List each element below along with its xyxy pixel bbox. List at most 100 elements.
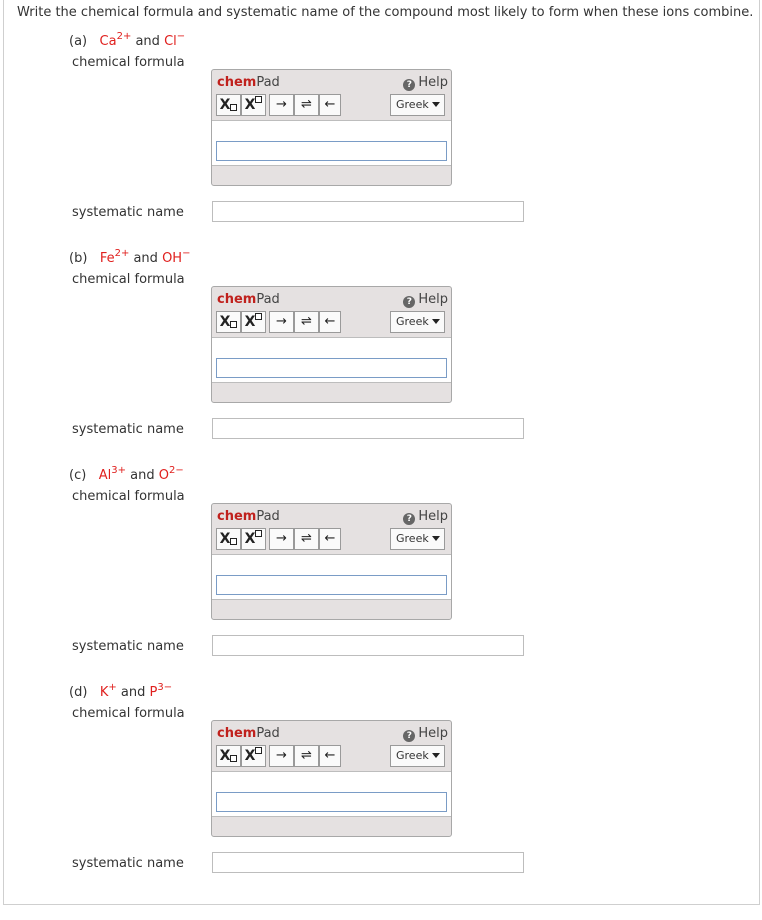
superscript-box-icon (255, 747, 263, 754)
anion-charge: − (182, 248, 191, 259)
help-button[interactable]: ? Help (403, 292, 448, 308)
left-arrow-button[interactable]: ← (319, 528, 341, 550)
subscript-button[interactable]: X (216, 311, 241, 333)
chemical-formula-label: chemical formula (72, 706, 185, 721)
help-icon: ? (403, 296, 416, 308)
ion-pair-label: (b) Fe2+ and OH− (69, 248, 191, 267)
right-arrow-button[interactable]: → (269, 311, 294, 333)
chempad-title: chemPad (217, 726, 280, 741)
anion-charge: − (176, 31, 186, 42)
chempad-title: chemPad (217, 292, 280, 307)
subscript-box-icon (230, 104, 238, 111)
caret-down-icon (431, 319, 440, 324)
cation: Ca2+ (99, 31, 132, 50)
chemical-formula-label: chemical formula (72, 489, 185, 504)
systematic-name-input[interactable] (212, 418, 524, 439)
subscript-box-icon (230, 321, 238, 328)
subscript-button[interactable]: X (216, 528, 241, 550)
chempad-widget: chemPad ? Help X X → ⇌ ← Greek (211, 503, 452, 620)
left-arrow-button[interactable]: ← (319, 311, 341, 333)
help-icon: ? (403, 513, 416, 525)
greek-dropdown[interactable]: Greek (390, 311, 445, 333)
anion-charge: 3− (157, 682, 173, 693)
subscript-box-icon (230, 755, 238, 762)
cation: K+ (99, 682, 117, 701)
ion-pair-label: (c) Al3+ and O2− (69, 465, 184, 484)
part-letter: (b) (69, 251, 88, 266)
chempad-title: chemPad (217, 509, 280, 524)
chemical-formula-label: chemical formula (72, 272, 185, 287)
systematic-name-input[interactable] (212, 201, 524, 222)
chempad-editor-area (212, 554, 451, 600)
systematic-name-label: systematic name (72, 205, 184, 220)
superscript-button[interactable]: X (241, 311, 266, 333)
systematic-name-label: systematic name (72, 639, 184, 654)
question-prompt: Write the chemical formula and systemati… (17, 5, 754, 20)
greek-dropdown[interactable]: Greek (390, 745, 445, 767)
chempad-editor-area (212, 337, 451, 383)
and-word: and (135, 34, 160, 49)
cation: Fe2+ (99, 248, 130, 267)
question-part-3: (c) Al3+ and O2− chemical formula chemPa… (0, 465, 762, 685)
question-part-2: (b) Fe2+ and OH− chemical formula chemPa… (0, 248, 762, 468)
superscript-box-icon (255, 313, 263, 320)
chempad-title: chemPad (217, 75, 280, 90)
subscript-button[interactable]: X (216, 94, 241, 116)
chempad-widget: chemPad ? Help X X → ⇌ ← Greek (211, 69, 452, 186)
anion: Cl− (164, 31, 186, 50)
caret-down-icon (431, 536, 440, 541)
right-arrow-button[interactable]: → (269, 745, 294, 767)
caret-down-icon (431, 753, 440, 758)
left-arrow-button[interactable]: ← (319, 94, 341, 116)
left-arrow-button[interactable]: ← (319, 745, 341, 767)
help-button[interactable]: ? Help (403, 75, 448, 91)
right-arrow-button[interactable]: → (269, 94, 294, 116)
systematic-name-input[interactable] (212, 635, 524, 656)
superscript-box-icon (255, 96, 263, 103)
chemical-formula-input[interactable] (216, 792, 447, 812)
equilibrium-arrow-button[interactable]: ⇌ (294, 311, 319, 333)
cation: Al3+ (98, 465, 126, 484)
caret-down-icon (431, 102, 440, 107)
and-word: and (130, 468, 155, 483)
help-button[interactable]: ? Help (403, 726, 448, 742)
anion: P3− (149, 682, 173, 701)
question-part-4: (d) K+ and P3− chemical formula chemPad … (0, 682, 762, 902)
subscript-button[interactable]: X (216, 745, 241, 767)
chempad-editor-area (212, 120, 451, 166)
systematic-name-label: systematic name (72, 422, 184, 437)
systematic-name-label: systematic name (72, 856, 184, 871)
help-icon: ? (403, 79, 416, 91)
part-letter: (c) (69, 468, 87, 483)
cation-charge: 2+ (114, 248, 130, 259)
superscript-box-icon (255, 530, 263, 537)
help-button[interactable]: ? Help (403, 509, 448, 525)
anion-charge: 2− (168, 465, 184, 476)
ion-pair-label: (d) K+ and P3− (69, 682, 173, 701)
ion-pair-label: (a) Ca2+ and Cl− (69, 31, 186, 50)
greek-dropdown[interactable]: Greek (390, 94, 445, 116)
chemical-formula-input[interactable] (216, 575, 447, 595)
anion: O2− (158, 465, 184, 484)
question-part-1: (a) Ca2+ and Cl− chemical formula chemPa… (0, 31, 762, 251)
chemical-formula-input[interactable] (216, 358, 447, 378)
chemical-formula-input[interactable] (216, 141, 447, 161)
and-word: and (133, 251, 158, 266)
greek-dropdown[interactable]: Greek (390, 528, 445, 550)
and-word: and (120, 685, 146, 700)
systematic-name-input[interactable] (212, 852, 524, 873)
chemical-formula-label: chemical formula (72, 55, 185, 70)
part-letter: (a) (69, 34, 88, 49)
equilibrium-arrow-button[interactable]: ⇌ (294, 528, 319, 550)
superscript-button[interactable]: X (241, 745, 266, 767)
superscript-button[interactable]: X (241, 528, 266, 550)
equilibrium-arrow-button[interactable]: ⇌ (294, 94, 319, 116)
chempad-widget: chemPad ? Help X X → ⇌ ← Greek (211, 286, 452, 403)
equilibrium-arrow-button[interactable]: ⇌ (294, 745, 319, 767)
subscript-box-icon (230, 538, 238, 545)
cation-charge: + (108, 682, 117, 693)
superscript-button[interactable]: X (241, 94, 266, 116)
part-letter: (d) (69, 685, 88, 700)
right-arrow-button[interactable]: → (269, 528, 294, 550)
anion: OH− (162, 248, 191, 267)
